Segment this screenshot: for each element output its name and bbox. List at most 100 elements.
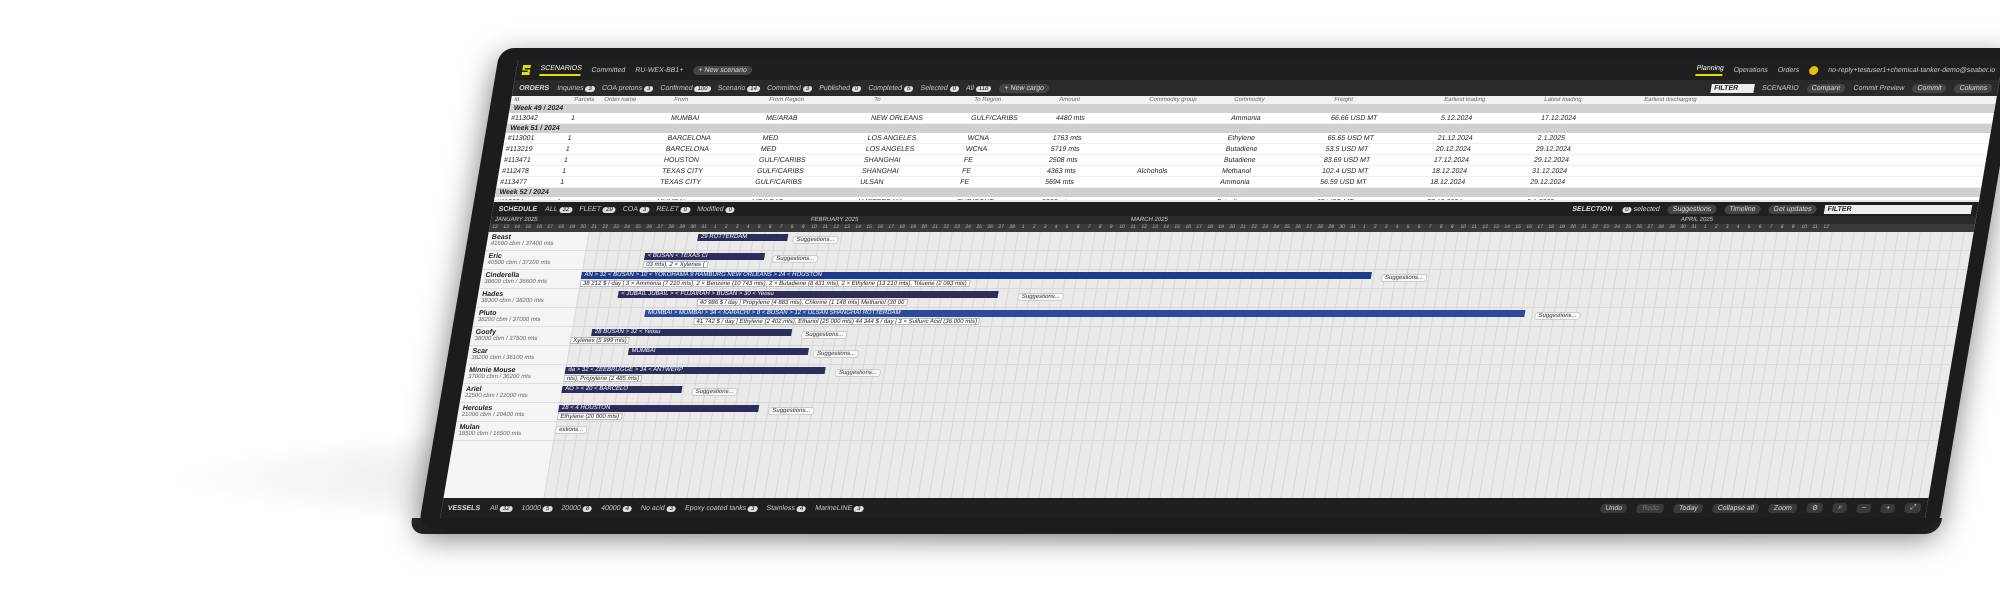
vessel-row[interactable]: Hercules 21000 cbm / 20400 mts [456,403,560,422]
column-header[interactable]: Order name [601,97,672,103]
voyage-summary[interactable]: 38 212 $ / day | 3 × Ammonia (7 210 mts)… [579,280,971,287]
orders-filter-scenario[interactable]: Scenario 14 [717,85,761,92]
column-header[interactable]: Amount [1056,97,1147,103]
voyage-bar[interactable]: 29 ROTTERDAM [697,234,789,241]
column-header[interactable]: Commodity [1231,97,1332,103]
nav-orders[interactable]: Orders [1777,67,1800,74]
orders-filter-committed[interactable]: Committed 3 [766,85,813,92]
table-row[interactable]: #113001 1 BARCELONA MED LOS ANGELES WCNA 1763 … [503,133,1991,144]
scenario-tab[interactable]: RU-WEX-BB1+ [635,67,684,74]
schedule-filter-input[interactable]: FILTER [1823,204,1973,214]
voyage-summary[interactable]: nts), Propylene (2 485 mts) [563,375,643,382]
table-row[interactable]: #113219 1 BARCELONA MED LOS ANGELES WCNA 5719 … [501,144,1989,155]
vessel-filter-epoxy-coated-tanks[interactable]: Epoxy coated tanks 3 [684,505,758,512]
suggestions-button[interactable]: Suggestions... [767,407,816,415]
orders-filter-input[interactable]: FILTER [1710,83,1755,93]
week-group-header[interactable]: Week 49 / 2024 [508,104,1996,113]
timeline-dropdown[interactable]: Timeline [1723,204,1762,214]
voyage-bar[interactable]: MUMBAI > MUMBAI > 34 < KARACHI > 8 < BUS… [644,310,1526,317]
suggestions-button[interactable]: Suggestions... [1533,312,1582,320]
columns-button[interactable]: Columns [1953,83,1993,93]
suggestions-button[interactable]: Suggestions... [812,350,860,358]
undo-button[interactable]: Undo [1599,503,1629,513]
column-header[interactable]: Id [511,97,572,103]
schedule-tab-coa[interactable]: COA 3 [622,206,650,213]
voyage-bar[interactable]: MUMBAI [627,348,809,355]
column-header[interactable]: From Region [766,97,872,103]
schedule-tab-relet[interactable]: RELET 0 [656,206,691,213]
vessel-row[interactable]: Hades 38300 cbm / 38200 mts [475,289,580,308]
vessel-filter-20000[interactable]: 20000 8 [561,505,593,512]
commit-preview-button[interactable]: Commit Preview [1853,85,1905,92]
column-header[interactable]: Parcels [571,97,602,103]
schedule-tab-fleet[interactable]: FLEET 29 [579,206,617,213]
vessel-filter-marineline[interactable]: MarineLINE 3 [815,505,865,512]
voyage-bar[interactable]: 28 < 4 HOUSTON [558,405,760,412]
vessel-filter-10000[interactable]: 10000 5 [521,505,553,512]
vessel-row[interactable]: Pluto 38200 cbm / 37000 mts [472,308,576,327]
collapse-all-button[interactable]: Collapse all [1711,503,1760,513]
suggestions-button[interactable]: Suggestions... [690,388,739,396]
orders-filter-selected[interactable]: Selected 0 [920,85,960,92]
redo-button[interactable]: Redo [1636,503,1665,513]
vessel-filter-no-acid[interactable]: No acid 3 [640,505,677,512]
suggestions-dropdown[interactable]: Suggestions [1667,204,1718,214]
orders-filter-confirmed[interactable]: Confirmed 100 [660,85,712,92]
voyage-bar[interactable]: da > 32 < ZEEBRUGGE > 34 < ANTWERP [564,367,826,374]
orders-filter-coa-pretons[interactable]: COA pretons 3 [601,85,654,92]
schedule-tab-modified[interactable]: Modified 0 [697,206,736,213]
suggestions-button[interactable]: estions... [554,426,588,434]
vessel-row[interactable]: Scar 38200 cbm / 36100 mts [466,346,570,365]
vessel-row[interactable]: Cinderella 38600 cbm / 36600 mts [479,270,583,289]
column-header[interactable]: Commodity group [1146,97,1232,103]
orders-filter-published[interactable]: Published 0 [819,85,862,92]
settings-icon[interactable]: ⚙ [1805,503,1824,513]
new-cargo-button[interactable]: + New cargo [998,83,1050,93]
voyage-summary[interactable]: 41 742 $ / day | Ethylene (2 402 mts), E… [692,318,981,325]
voyage-bar[interactable]: AN > 32 < BUSAN > 10 < YOKOHAMA 9 HAMBUR… [580,272,1372,279]
zoom-in-icon[interactable]: + [1880,503,1896,513]
vessel-filter-stainless[interactable]: Stainless 4 [766,505,807,512]
voyage-bar[interactable]: < BUSAN < TEXAS CI [643,253,766,260]
column-header[interactable]: To [871,97,972,103]
voyage-summary[interactable]: Ethylene (20 000 mts) [556,413,623,420]
vessel-row[interactable]: Mulan 18500 cbm / 16500 mts [453,422,557,441]
zoom-out-icon[interactable]: − [1856,503,1872,513]
suggestions-button[interactable]: Suggestions... [834,369,882,377]
new-scenario-button[interactable]: + New scenario [692,65,753,75]
voyage-summary[interactable]: 03 mts), 2 × Xylenes ( [642,261,709,268]
orders-filter-inquiries[interactable]: Inquiries 3 [557,85,596,92]
column-header[interactable]: Earliest discharging [1641,97,1742,103]
zoom-dropdown[interactable]: Zoom [1768,503,1798,513]
suggestions-button[interactable]: Suggestions... [1380,274,1428,282]
committed-tab[interactable]: Committed [591,67,626,74]
column-header[interactable]: Latest loading [1541,97,1642,103]
table-row[interactable]: #1130241 MUMBAIME/ARABAMSTERDAMEUR/CONT53… [494,197,1980,200]
column-header[interactable]: Earliest loading [1441,97,1542,103]
get-updates-button[interactable]: Get updates [1767,204,1818,214]
scenarios-tab[interactable]: SCENARIOS [539,64,583,76]
week-group-header[interactable]: Week 51 / 2024 [505,124,1993,133]
voyage-summary[interactable]: Xylenes (5 999 mts) [569,337,631,344]
nav-operations[interactable]: Operations [1733,67,1768,74]
user-avatar-icon[interactable] [1808,65,1819,75]
suggestions-button[interactable]: Suggestions... [800,331,848,339]
vessel-row[interactable]: Minnie Mouse 37000 cbm / 36200 mts [462,365,567,384]
commit-button[interactable]: Commit [1911,83,1948,93]
voyage-bar[interactable]: 28 BUSAN > 32 < Yeosu [591,329,793,336]
voyage-summary[interactable]: 40 986 $ / day | Propylene (4 883 mts), … [696,299,909,306]
orders-filter-all[interactable]: All 118 [966,85,993,92]
table-row[interactable]: #113042 1 MUMBAI ME/ARAB NEW ORLEANS GULF/CAR… [507,113,1994,124]
nav-planning[interactable]: Planning [1695,64,1725,76]
suggestions-button[interactable]: Suggestions... [1016,293,1065,301]
orders-filter-completed[interactable]: Completed 6 [868,85,914,92]
vessel-row[interactable]: Ariel 22500 cbm / 22000 mts [459,384,563,403]
expand-icon[interactable]: ⤢ [1904,503,1922,513]
column-header[interactable]: Freight [1331,97,1442,103]
today-button[interactable]: Today [1673,503,1704,513]
table-row[interactable]: #113471 1 HOUSTON GULF/CARIBS SHANGHAI FE 2508… [499,155,1987,166]
search-icon[interactable]: ⌕ [1832,503,1848,513]
vessel-row[interactable]: Eric 40500 cbm / 37200 mts [482,251,586,270]
vessel-filter-40000[interactable]: 40000 4 [601,505,633,512]
column-header[interactable]: From [671,97,767,103]
